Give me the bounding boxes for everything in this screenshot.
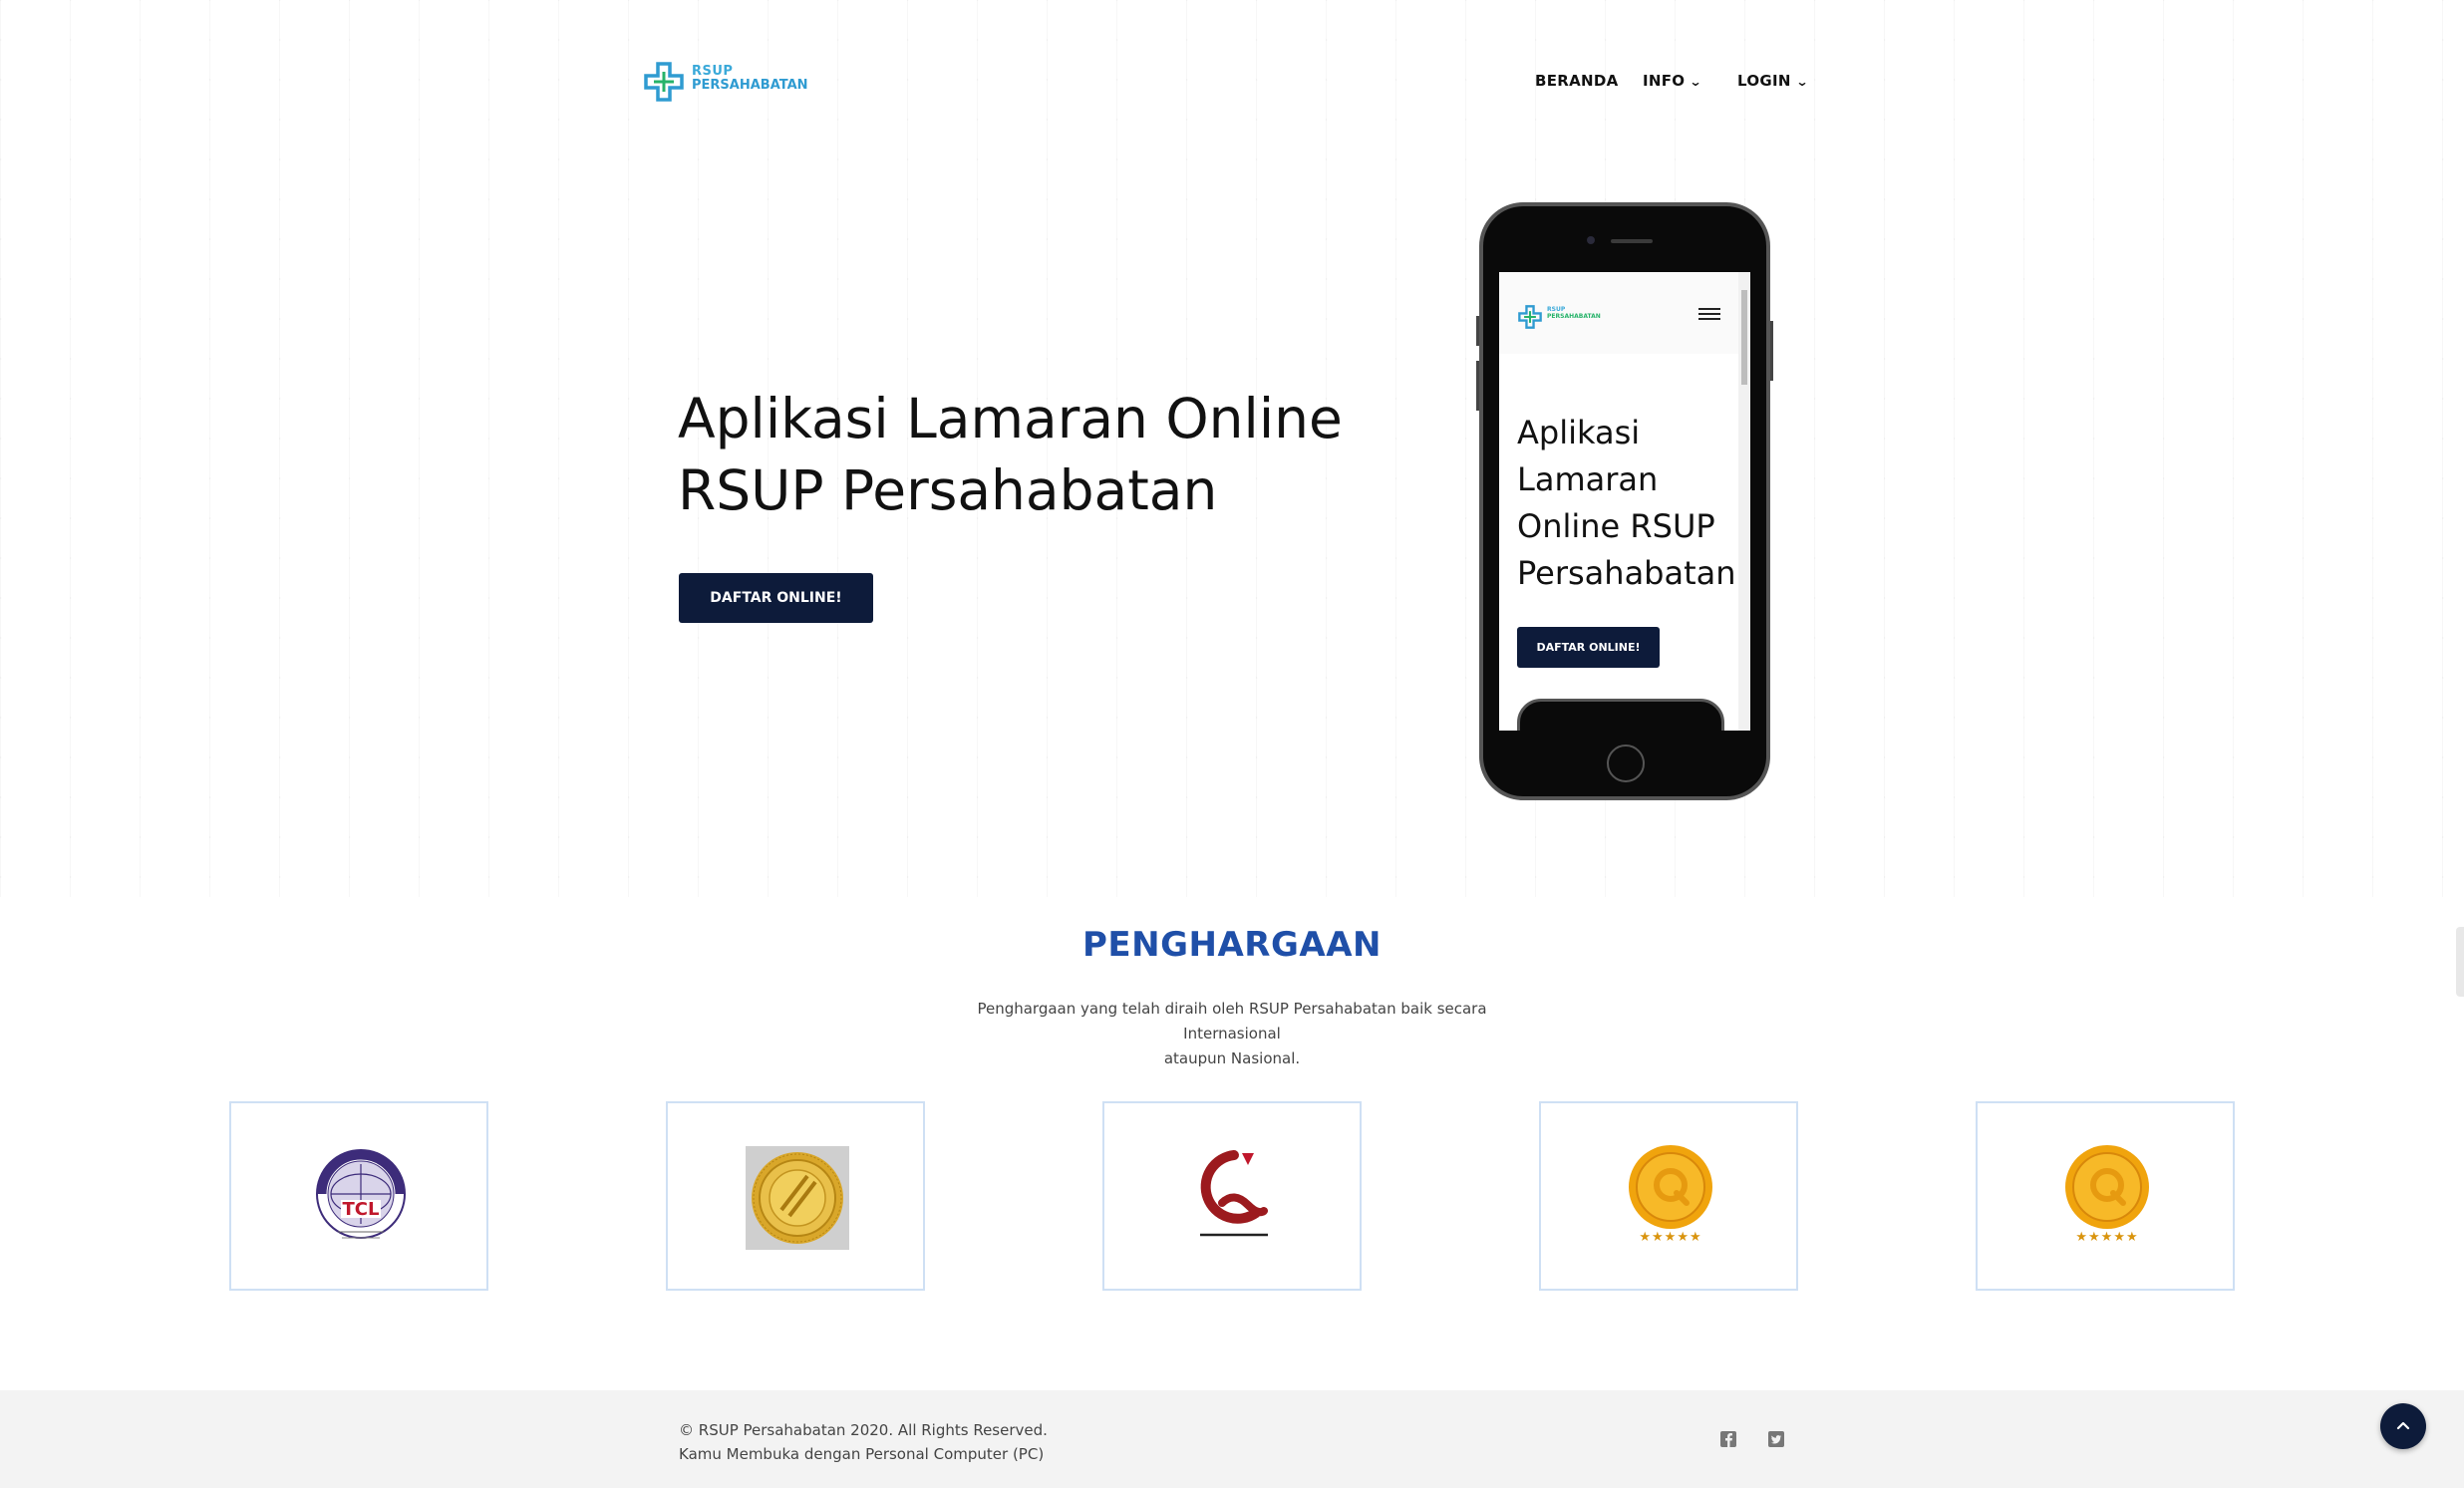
tcl-certification-logo: TCL xyxy=(316,1149,406,1239)
logo-text-bottom: PERSAHABATAN xyxy=(692,78,808,93)
nav-beranda-label: BERANDA xyxy=(1535,72,1619,90)
mobile-scrollbar xyxy=(1738,272,1750,731)
chevron-up-icon xyxy=(2396,1421,2410,1430)
svg-text:TCL: TCL xyxy=(343,1199,380,1220)
mobile-logo-bottom: PERSAHABATAN xyxy=(1547,313,1601,320)
hero-title: Aplikasi Lamaran Online RSUP Persahabata… xyxy=(678,383,1376,526)
facebook-icon[interactable] xyxy=(1719,1430,1737,1448)
site-logo[interactable]: RSUP PERSAHABATAN xyxy=(642,58,808,104)
phone-speaker xyxy=(1611,239,1653,243)
nav-info-label: INFO xyxy=(1643,72,1686,90)
nav-login-label: LOGIN xyxy=(1737,72,1791,90)
twitter-icon[interactable] xyxy=(1767,1430,1785,1448)
device-note-text: Kamu Membuka dengan Personal Computer (P… xyxy=(679,1445,1045,1463)
hero-title-line1: Aplikasi Lamaran Online xyxy=(678,387,1343,450)
mobile-logo-top: RSUP xyxy=(1547,306,1566,313)
mobile-register-button: DAFTAR ONLINE! xyxy=(1517,627,1660,668)
phone-side-button xyxy=(1770,321,1773,381)
cross-logo-icon xyxy=(644,62,684,102)
section-description: Penghargaan yang telah diraih oleh RSUP … xyxy=(933,997,1531,1071)
side-edge-tab[interactable] xyxy=(2456,927,2464,997)
award-card-kars[interactable] xyxy=(1102,1101,1362,1291)
nav-info-dropdown[interactable]: INFO ⌄ xyxy=(1643,72,1703,90)
award-card-jci[interactable] xyxy=(666,1101,925,1291)
chevron-down-icon: ⌄ xyxy=(1795,75,1809,89)
cross-logo-icon xyxy=(1518,305,1542,329)
kars-accreditation-logo xyxy=(1200,1150,1268,1237)
award-card-tcl[interactable]: TCL xyxy=(229,1101,488,1291)
award-card-paripurna[interactable]: ★★★★★ xyxy=(1539,1101,1798,1291)
paripurna-gold-medal-logo: ★★★★★ xyxy=(1629,1145,1712,1245)
back-to-top-button[interactable] xyxy=(2380,1403,2426,1449)
phone-side-button xyxy=(1476,316,1479,346)
paripurna-gold-medal-logo: ★★★★★ xyxy=(2065,1145,2149,1245)
mobile-title-line: Aplikasi xyxy=(1517,414,1641,451)
copyright-text: © RSUP Persahabatan 2020. All Rights Res… xyxy=(679,1421,1048,1439)
mobile-phone-thumbnail xyxy=(1517,699,1724,731)
chevron-down-icon: ⌄ xyxy=(1689,75,1703,89)
mobile-title-line: Lamaran xyxy=(1517,460,1659,498)
svg-text:★★★★★: ★★★★★ xyxy=(2075,1230,2138,1245)
award-card-paripurna[interactable]: ★★★★★ xyxy=(1976,1101,2235,1291)
phone-mockup: RSUP PERSAHABATAN Aplikasi Lamaran Onlin… xyxy=(1476,202,1773,800)
phone-camera xyxy=(1587,236,1595,244)
phone-screen: RSUP PERSAHABATAN Aplikasi Lamaran Onlin… xyxy=(1499,272,1750,731)
phone-side-button xyxy=(1476,361,1479,411)
section-title: PENGHARGAAN xyxy=(1082,925,1382,965)
hamburger-menu-icon[interactable] xyxy=(1698,308,1720,322)
jci-gold-seal-logo xyxy=(746,1146,849,1250)
logo-text-top: RSUP xyxy=(692,64,734,79)
section-description-line: Penghargaan yang telah diraih oleh RSUP … xyxy=(977,1000,1487,1042)
section-description-line: ataupun Nasional. xyxy=(1163,1049,1301,1067)
footer-text: © RSUP Persahabatan 2020. All Rights Res… xyxy=(679,1418,1048,1466)
hero-title-line2: RSUP Persahabatan xyxy=(678,458,1218,522)
mobile-title-line: Persahabatan xyxy=(1517,554,1736,592)
svg-text:★★★★★: ★★★★★ xyxy=(1639,1230,1701,1245)
nav-beranda[interactable]: BERANDA xyxy=(1535,72,1619,90)
mobile-hero-title: Aplikasi Lamaran Online RSUP Persahabata… xyxy=(1517,410,1736,597)
footer xyxy=(0,1390,2464,1488)
nav-login-dropdown[interactable]: LOGIN ⌄ xyxy=(1737,72,1809,90)
mobile-header: RSUP PERSAHABATAN xyxy=(1499,272,1738,354)
register-online-button[interactable]: DAFTAR ONLINE! xyxy=(679,573,873,623)
mobile-title-line: Online RSUP xyxy=(1517,507,1715,545)
phone-home-button xyxy=(1607,744,1645,782)
